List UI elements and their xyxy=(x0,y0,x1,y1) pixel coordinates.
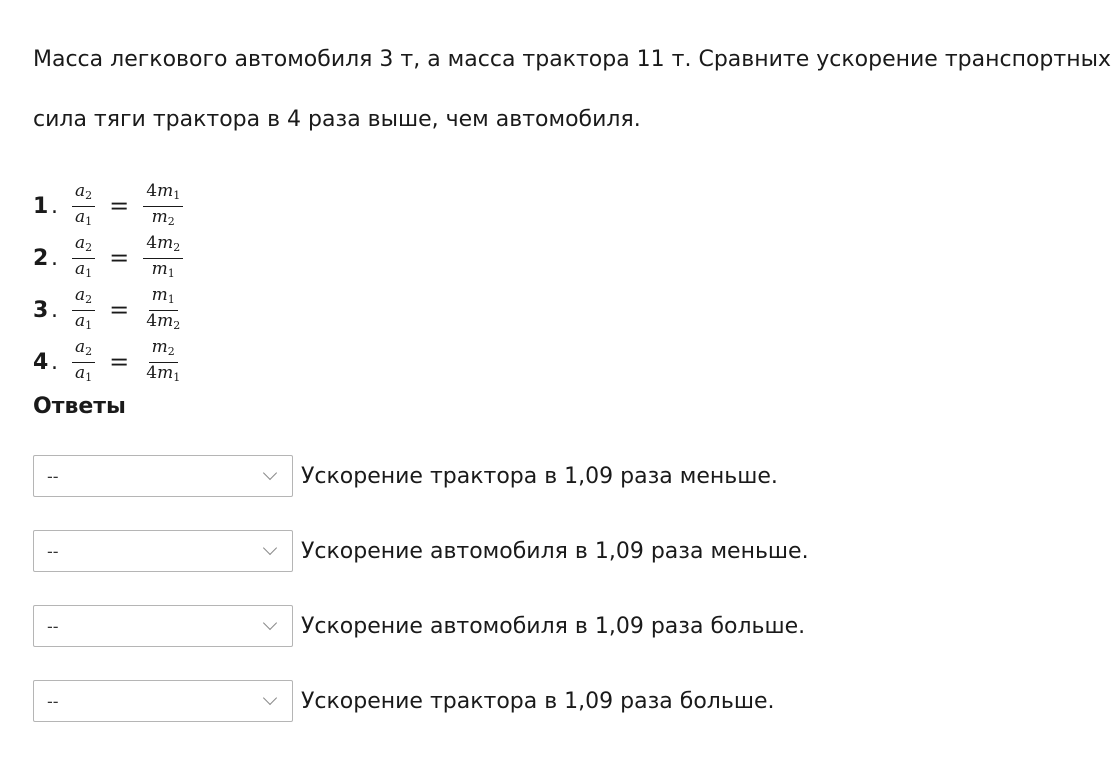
chevron-down-icon xyxy=(262,690,278,706)
answer-row-1: -- Ускорение трактора в 1,09 раза меньше… xyxy=(33,455,778,497)
equals-sign: = xyxy=(109,192,130,220)
answers-heading: Ответы xyxy=(33,394,126,419)
chevron-down-icon xyxy=(262,465,278,481)
select-value: -- xyxy=(47,467,59,486)
answer-select-3[interactable]: -- xyxy=(33,605,293,647)
fraction-right: 4m1 m2 xyxy=(143,180,184,232)
option-dot: . xyxy=(51,297,58,323)
question-line-1: Масса легкового автомобиля 3 т, а масса … xyxy=(33,47,1113,72)
subscript: 1 xyxy=(85,370,93,384)
symbol: m xyxy=(157,310,174,331)
answer-text: Ускорение трактора в 1,09 раза меньше. xyxy=(301,463,778,489)
formula-option-3: 3. a2 a1 = m1 4m2 xyxy=(33,284,185,336)
formula-option-4: 4. a2 a1 = m2 4m1 xyxy=(33,336,185,388)
fraction-left: a2 a1 xyxy=(72,336,96,388)
fraction-right: m1 4m2 xyxy=(143,285,183,336)
symbol: a xyxy=(75,362,86,383)
subscript: 2 xyxy=(173,240,181,254)
fraction-left: a2 a1 xyxy=(72,180,96,232)
symbol: a xyxy=(75,258,86,279)
symbol: m xyxy=(151,258,168,279)
answer-select-4[interactable]: -- xyxy=(33,680,293,722)
symbol: m xyxy=(151,206,168,227)
subscript: 2 xyxy=(85,344,93,358)
option-dot: . xyxy=(51,349,58,375)
subscript: 2 xyxy=(85,188,93,202)
answer-row-4: -- Ускорение трактора в 1,09 раза больше… xyxy=(33,680,775,722)
answer-text: Ускорение трактора в 1,09 раза больше. xyxy=(301,688,775,714)
subscript: 2 xyxy=(167,214,175,228)
subscript: 1 xyxy=(85,214,93,228)
symbol: a xyxy=(75,206,86,227)
subscript: 2 xyxy=(85,240,93,254)
chevron-down-icon xyxy=(262,615,278,631)
fraction-left: a2 a1 xyxy=(72,284,96,336)
coefficient: 4 xyxy=(146,232,158,253)
subscript: 2 xyxy=(167,344,175,358)
symbol: a xyxy=(75,310,86,331)
symbol: m xyxy=(151,336,168,357)
equals-sign: = xyxy=(109,296,130,324)
subscript: 1 xyxy=(173,370,181,384)
symbol: m xyxy=(157,180,174,201)
subscript: 2 xyxy=(173,318,181,332)
subscript: 2 xyxy=(85,292,93,306)
equals-sign: = xyxy=(109,348,130,376)
chevron-down-icon xyxy=(262,540,278,556)
option-number: 4 xyxy=(33,349,49,375)
subscript: 1 xyxy=(85,318,93,332)
option-number: 2 xyxy=(33,245,49,271)
fraction-left: a2 a1 xyxy=(72,232,96,284)
option-dot: . xyxy=(51,193,58,219)
fraction-right: 4m2 m1 xyxy=(143,232,184,284)
symbol: m xyxy=(157,362,174,383)
equals-sign: = xyxy=(109,244,130,272)
symbol: m xyxy=(151,284,168,305)
answer-select-2[interactable]: -- xyxy=(33,530,293,572)
symbol: m xyxy=(157,232,174,253)
subscript: 1 xyxy=(173,188,181,202)
select-value: -- xyxy=(47,617,59,636)
symbol: a xyxy=(75,336,86,357)
coefficient: 4 xyxy=(146,180,158,201)
formula-option-2: 2. a2 a1 = 4m2 m1 xyxy=(33,232,185,284)
answer-row-3: -- Ускорение автомобиля в 1,09 раза боль… xyxy=(33,605,805,647)
answer-text: Ускорение автомобиля в 1,09 раза больше. xyxy=(301,613,806,639)
option-dot: . xyxy=(51,245,58,271)
formula-option-1: 1. a2 a1 = 4m1 m2 xyxy=(33,180,185,232)
option-number: 3 xyxy=(33,297,49,323)
question-text: Масса легкового автомобиля 3 т, а масса … xyxy=(33,30,1113,150)
answer-select-1[interactable]: -- xyxy=(33,455,293,497)
subscript: 1 xyxy=(167,292,175,306)
formula-options: 1. a2 a1 = 4m1 m2 2. a2 a1 = 4m2 m1 3. a… xyxy=(33,180,185,388)
coefficient: 4 xyxy=(146,310,158,331)
subscript: 1 xyxy=(167,266,175,280)
option-number: 1 xyxy=(33,193,49,219)
symbol: a xyxy=(75,284,86,305)
symbol: a xyxy=(75,180,86,201)
answer-row-2: -- Ускорение автомобиля в 1,09 раза мень… xyxy=(33,530,809,572)
subscript: 1 xyxy=(85,266,93,280)
symbol: a xyxy=(75,232,86,253)
coefficient: 4 xyxy=(146,362,158,383)
fraction-right: m2 4m1 xyxy=(143,337,183,388)
question-line-2: сила тяги трактора в 4 раза выше, чем ав… xyxy=(33,107,641,132)
select-value: -- xyxy=(47,542,59,561)
select-value: -- xyxy=(47,692,59,711)
answer-text: Ускорение автомобиля в 1,09 раза меньше. xyxy=(301,538,809,564)
